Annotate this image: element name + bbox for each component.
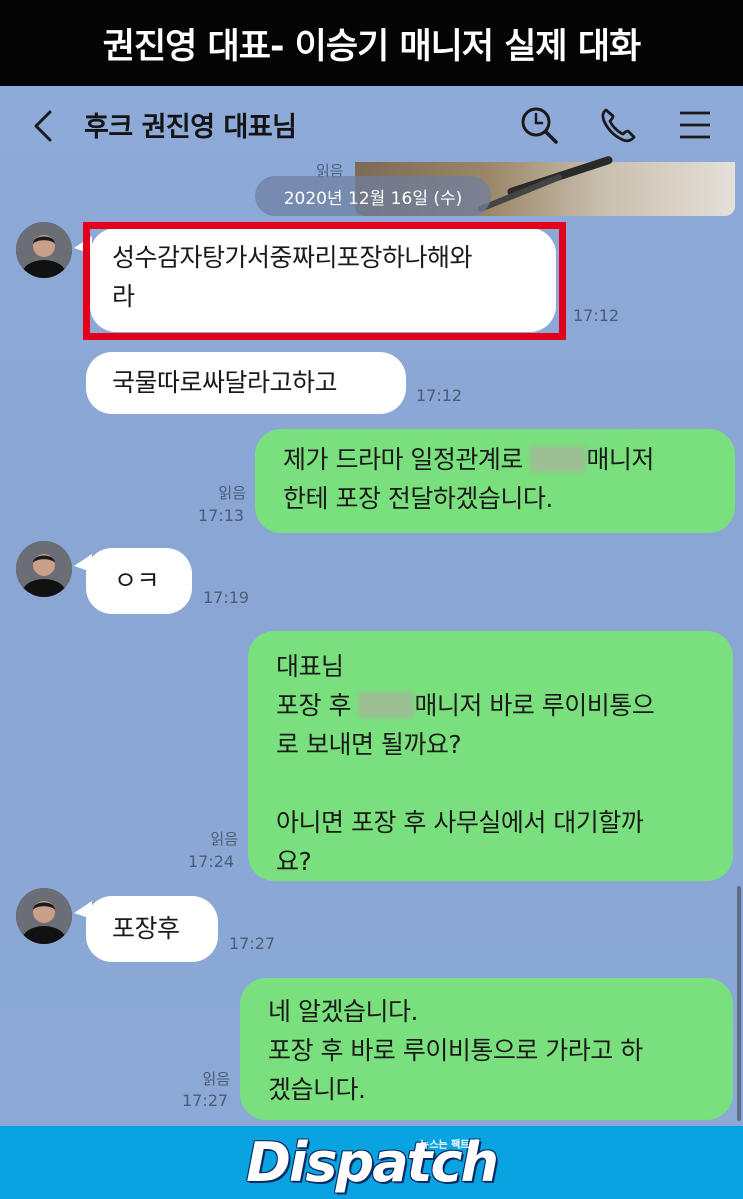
person-photo-icon [16,541,72,597]
menu-icon[interactable] [674,104,716,146]
read-receipt: 읽음 [202,1070,230,1088]
chat-screen[interactable]: 후크 권진영 대표님 읽음 2020년 12월 16일 (수) 성수감자탕가서중 [0,86,743,1126]
message-time: 17:24 [188,852,235,871]
message-time: 17:12 [416,386,463,405]
message-time: 17:12 [573,306,620,325]
avatar[interactable] [16,541,72,597]
message-bubble[interactable]: 제가 드라마 일정관계로 매니저 한테 포장 전달하겠습니다. [255,429,735,533]
chevron-left-icon[interactable] [26,106,66,146]
message-bubble[interactable]: 네 알겠습니다. 포장 후 바로 루이비통으로 가라고 하 겠습니다. [240,978,733,1120]
date-text: 2020년 12월 16일 (수) [283,188,463,209]
headline-text: 권진영 대표- 이승기 매니저 실제 대화 [102,26,641,67]
message-bubble[interactable]: 대표님 포장 후 매니저 바로 루이비통으 로 보내면 될까요? 아니면 포장 … [248,631,733,881]
scrollbar[interactable] [737,886,741,1121]
blurred-name [358,692,415,718]
avatar[interactable] [16,888,72,944]
search-icon[interactable] [518,104,560,146]
footer-banner: Dispatch 뉴스는 팩트다 [0,1126,743,1199]
blurred-name [530,446,587,472]
message-time: 17:27 [182,1091,229,1110]
message-bubble[interactable]: 국물따로싸달라고하고 [86,352,406,414]
date-divider: 2020년 12월 16일 (수) [255,176,491,216]
message-time: 17:27 [229,934,276,953]
avatar[interactable] [16,222,72,278]
person-photo-icon [16,222,72,278]
message-bubble[interactable]: 포장후 [86,896,218,962]
chat-header: 후크 권진영 대표님 [0,86,743,164]
person-photo-icon [16,888,72,944]
headline-banner: 권진영 대표- 이승기 매니저 실제 대화 [0,0,743,86]
chat-title[interactable]: 후크 권진영 대표님 [84,105,297,144]
read-receipt: 읽음 [210,830,238,848]
message-time: 17:13 [198,506,245,525]
message-bubble[interactable]: ㅇㅋ [86,548,192,614]
phone-icon[interactable] [597,104,639,146]
highlight-box [83,222,566,340]
logo-tagline: 뉴스는 팩트다 [420,1140,479,1151]
message-time: 17:19 [203,588,250,607]
read-receipt: 읽음 [218,484,246,502]
